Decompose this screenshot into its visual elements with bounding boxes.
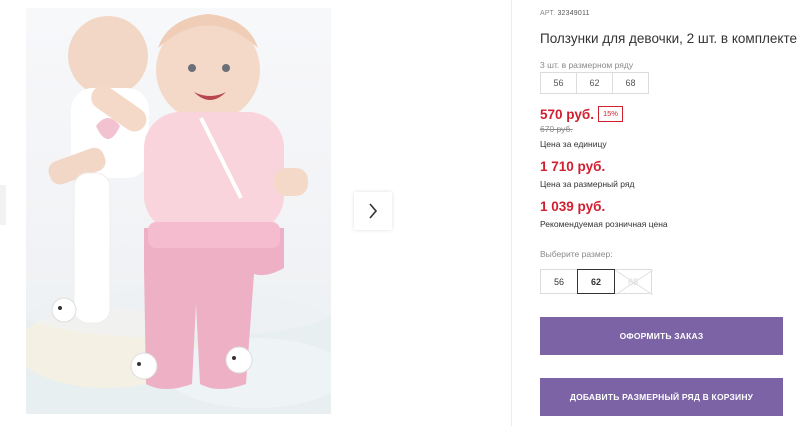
discount-badge: 15% — [597, 106, 623, 122]
size-option-label: 62 — [590, 276, 601, 287]
babies-illustration — [26, 14, 331, 414]
place-order-button[interactable]: ОФОРМИТЬ ЗАКАЗ — [540, 317, 783, 355]
product-info: АРТ. 32349011 Ползунки для девочки, 2 шт… — [540, 0, 797, 426]
unit-price-caption: Цена за единицу — [540, 139, 607, 149]
previous-image-hint[interactable] — [0, 185, 6, 225]
product-photo[interactable] — [26, 8, 331, 414]
size-option-label: 56 — [553, 276, 564, 287]
product-gallery — [0, 0, 512, 426]
size-picker-label: Выберите размер: — [540, 249, 613, 259]
current-price: 570 руб. — [540, 106, 594, 122]
size-option-56[interactable]: 56 — [540, 269, 578, 294]
size-option-68: 68 — [614, 269, 653, 295]
product-title: Ползунки для девочки, 2 шт. в комплекте — [540, 31, 797, 46]
retail-price: 1 039 руб. — [540, 199, 606, 214]
price-row: 570 руб. 15% — [540, 106, 623, 122]
size-picker: 56 62 68 — [540, 269, 653, 295]
range-size-cell: 56 — [540, 72, 577, 94]
sku: АРТ. 32349011 — [540, 10, 590, 17]
range-price-caption: Цена за размерный ряд — [540, 179, 635, 189]
chevron-right-icon — [369, 203, 378, 219]
range-sizes: 56 62 68 — [540, 72, 649, 94]
range-count-label: 3 шт. в размерном ряду — [540, 60, 634, 70]
retail-price-caption: Рекомендуемая розничная цена — [540, 219, 668, 229]
range-size-cell: 68 — [612, 72, 649, 94]
range-price: 1 710 руб. — [540, 159, 606, 174]
product-page: АРТ. 32349011 Ползунки для девочки, 2 шт… — [0, 0, 800, 426]
old-price: 670 руб. — [540, 124, 573, 134]
next-image-button[interactable] — [354, 192, 392, 230]
sku-value: 32349011 — [557, 10, 590, 17]
range-size-cell: 62 — [576, 72, 613, 94]
unavailable-cross-icon — [615, 270, 653, 295]
size-option-62[interactable]: 62 — [577, 269, 615, 294]
sku-label: АРТ. — [540, 10, 556, 17]
add-range-to-cart-button[interactable]: ДОБАВИТЬ РАЗМЕРНЫЙ РЯД В КОРЗИНУ — [540, 378, 783, 416]
